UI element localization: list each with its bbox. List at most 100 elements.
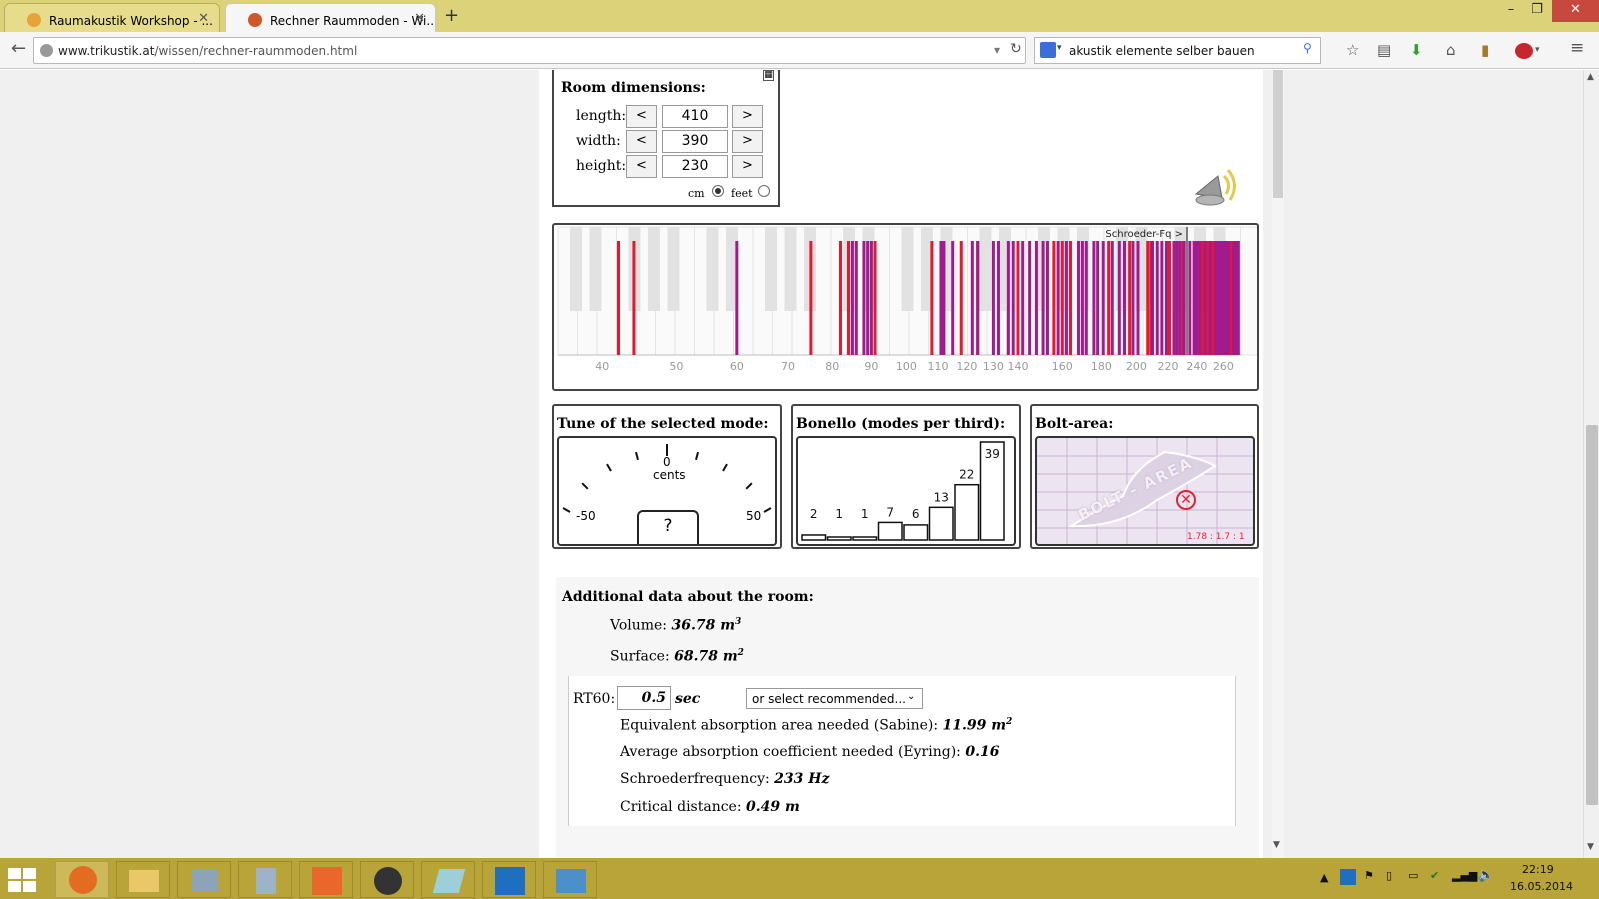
home-icon[interactable]: ⌂ <box>1446 41 1456 59</box>
bonello-bar[interactable] <box>877 521 903 541</box>
room-mode-bar[interactable] <box>632 241 636 355</box>
menu-icon[interactable]: ≡ <box>1570 38 1584 58</box>
room-mode-bar[interactable] <box>1006 241 1010 355</box>
scroll-down-arrow-icon[interactable]: ▼ <box>1273 840 1280 850</box>
room-mode-bar[interactable] <box>1052 241 1056 355</box>
room-mode-bar[interactable] <box>1167 241 1171 355</box>
room-mode-bar[interactable] <box>1056 241 1060 355</box>
search-input[interactable]: akustik elemente selber bauen <box>1069 44 1255 58</box>
room-mode-bar[interactable] <box>1045 241 1049 355</box>
room-mode-bar[interactable] <box>942 241 946 355</box>
unit-cm-radio[interactable] <box>712 185 724 197</box>
room-mode-bar[interactable] <box>735 241 739 355</box>
reload-icon[interactable]: ↻ <box>1010 41 1022 57</box>
bonello-bar[interactable] <box>852 536 878 541</box>
room-mode-bar[interactable] <box>1117 241 1121 355</box>
length-decrease-button[interactable]: < <box>626 105 657 128</box>
page-scrollbar[interactable]: ▲ ▼ <box>1583 70 1599 858</box>
bonello-bar[interactable] <box>954 483 980 541</box>
close-tab-icon[interactable]: ✕ <box>198 11 209 26</box>
room-mode-bar[interactable] <box>1203 241 1207 355</box>
download-icon[interactable]: ⬇ <box>1410 41 1423 59</box>
inner-scrollbar-thumb[interactable] <box>1273 70 1283 198</box>
inner-scrollbar[interactable]: ▼ <box>1272 70 1284 858</box>
room-mode-bar[interactable] <box>1068 241 1072 355</box>
speaker-sound-icon[interactable] <box>1188 162 1246 212</box>
room-mode-bar[interactable] <box>1060 241 1064 355</box>
room-mode-bar[interactable] <box>1011 241 1015 355</box>
flag-tray-icon[interactable]: ⚑ <box>1364 869 1374 882</box>
room-mode-bar[interactable] <box>869 241 873 355</box>
room-mode-bar[interactable] <box>1226 241 1230 355</box>
show-hidden-icons-icon[interactable]: ▲ <box>1320 871 1328 884</box>
room-mode-bar[interactable] <box>1136 241 1140 355</box>
bookmarks-list-icon[interactable]: ▤ <box>1377 41 1391 59</box>
room-mode-bar[interactable] <box>1214 241 1218 355</box>
resource-monitor-taskbar-icon[interactable] <box>177 861 231 898</box>
room-mode-bar[interactable] <box>873 241 877 355</box>
bonello-bar[interactable] <box>826 536 852 541</box>
tab-rechner-raummoden[interactable]: Rechner Raummoden - Wi... ✕ <box>225 3 436 32</box>
close-window-icon[interactable]: ✕ <box>1552 0 1599 22</box>
room-mode-bar[interactable] <box>1155 241 1159 355</box>
room-mode-bar[interactable] <box>1175 241 1179 355</box>
calculator-taskbar-icon[interactable] <box>238 861 292 898</box>
clock-date[interactable]: 16.05.2014 <box>1510 880 1573 893</box>
rt60-input[interactable]: 0.5 <box>617 686 671 710</box>
room-mode-bar[interactable] <box>1200 241 1204 355</box>
file-explorer-taskbar-icon[interactable] <box>116 861 170 898</box>
room-mode-bar[interactable] <box>1101 241 1105 355</box>
room-mode-bar[interactable] <box>991 241 995 355</box>
room-mode-bar[interactable] <box>1128 241 1132 355</box>
room-mode-bar[interactable] <box>838 241 842 355</box>
room-mode-bar[interactable] <box>1198 241 1202 355</box>
room-mode-bar[interactable] <box>1208 241 1212 355</box>
room-mode-bar[interactable] <box>850 241 854 355</box>
addon-icon[interactable]: ▮ <box>1481 41 1489 59</box>
pdf-creator-taskbar-icon[interactable] <box>299 861 353 898</box>
search-bar[interactable]: ▾ akustik elemente selber bauen ⚲ <box>1034 37 1321 64</box>
room-mode-bar[interactable] <box>996 241 1000 355</box>
room-mode-bar[interactable] <box>1034 241 1038 355</box>
bonello-bar[interactable] <box>801 534 827 541</box>
room-mode-bar[interactable] <box>1084 241 1088 355</box>
restore-icon[interactable]: ❐ <box>1522 0 1552 22</box>
volume-tray-icon[interactable]: 🔈 <box>1478 868 1494 883</box>
room-mode-bar[interactable] <box>1092 241 1096 355</box>
monitor-tray-icon[interactable]: ▭ <box>1408 869 1418 882</box>
collapse-icon[interactable]: ▦ <box>763 70 774 81</box>
length-increase-button[interactable]: > <box>732 105 763 128</box>
room-mode-bar[interactable] <box>1195 241 1199 355</box>
bonello-bar[interactable] <box>928 506 954 541</box>
room-mode-bar[interactable] <box>1110 241 1114 355</box>
room-mode-bar[interactable] <box>1123 241 1127 355</box>
close-tab-icon[interactable]: ✕ <box>414 11 425 26</box>
width-increase-button[interactable]: > <box>732 130 763 153</box>
page-scrollbar-thumb[interactable] <box>1586 425 1598 805</box>
network-tray-icon[interactable]: ▂▄▆ <box>1452 869 1477 882</box>
room-mode-bar[interactable] <box>959 241 963 355</box>
room-mode-bar[interactable] <box>1151 241 1155 355</box>
room-mode-bar[interactable] <box>1076 241 1080 355</box>
room-mode-bar[interactable] <box>939 241 943 355</box>
history-dropdown-icon[interactable]: ▾ <box>994 43 1000 57</box>
room-mode-bar[interactable] <box>1028 241 1032 355</box>
outlook-tray-icon[interactable] <box>1340 869 1356 885</box>
clock-time[interactable]: 22:19 <box>1522 863 1554 876</box>
scroll-up-arrow-icon[interactable]: ▲ <box>1587 72 1594 82</box>
bonello-chart[interactable]: 2 1 1 7 6 13 22 39 <box>798 438 1014 544</box>
room-mode-bar[interactable] <box>1016 241 1020 355</box>
height-decrease-button[interactable]: < <box>626 155 657 178</box>
windows-start-icon[interactable] <box>8 868 36 892</box>
room-mode-bar[interactable] <box>616 241 620 355</box>
room-mode-bar[interactable] <box>1096 241 1100 355</box>
room-mode-bar[interactable] <box>862 241 866 355</box>
width-input[interactable]: 390 <box>662 130 728 153</box>
bolt-area-chart[interactable]: BOLT - AREA ✕ 1.78 : 1.7 : 1 <box>1035 436 1255 546</box>
back-icon[interactable]: ← <box>11 38 26 59</box>
url-bar[interactable]: www.trikustik.at/wissen/rechner-raummode… <box>33 37 1026 64</box>
room-mode-bar[interactable] <box>970 241 974 355</box>
room-mode-bar[interactable] <box>1219 241 1223 355</box>
room-mode-bar[interactable] <box>1107 241 1111 355</box>
tab-raumakustik-workshop[interactable]: Raumakustik Workshop - ... ✕ <box>4 3 220 32</box>
